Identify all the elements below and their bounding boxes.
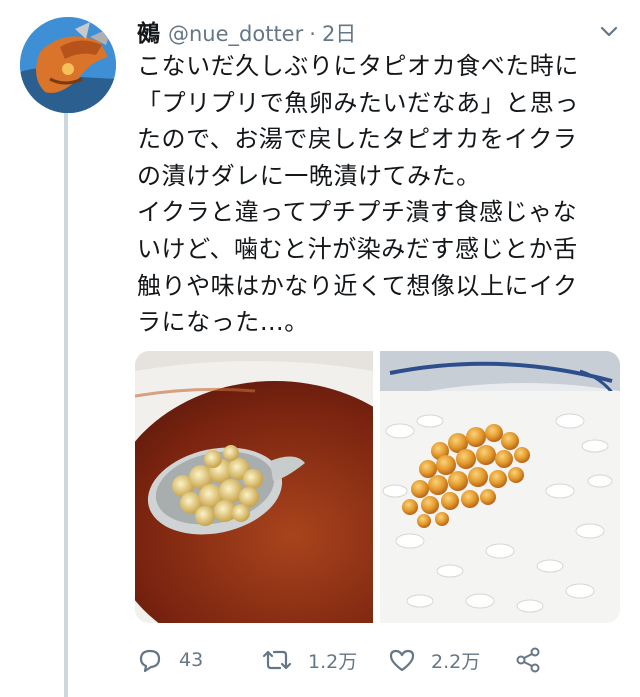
- tapioca-spoon-photo[interactable]: [135, 351, 373, 623]
- tweet-text-line: イクラと違ってプチプチ潰す食感じゃな: [137, 198, 578, 227]
- tweet-text-line: こないだ久しぶりにタピオカ食べた時に: [137, 52, 579, 80]
- share-action[interactable]: [513, 640, 543, 680]
- tweet-text-line: たので、お湯で戻したタピオカをイクラ: [137, 125, 578, 154]
- timestamp[interactable]: 2日: [322, 18, 356, 48]
- reply-icon[interactable]: [135, 645, 165, 675]
- tweet-text: こないだ久しぶりにタピオカ食べた時に 「プリプリで魚卵みたいだなあ」と思っ たの…: [137, 48, 627, 341]
- author-name[interactable]: 鵺: [137, 14, 160, 48]
- retweet-action[interactable]: 1.2万: [260, 640, 357, 680]
- author-handle[interactable]: @nue_dotter: [168, 22, 303, 46]
- tweet-text-line: ラになった…。: [137, 308, 309, 337]
- tweet-header: 鵺 @nue_dotter · 2日: [137, 14, 356, 48]
- avatar-image: [20, 17, 116, 113]
- retweet-icon[interactable]: [260, 645, 294, 675]
- tweet-actions: 43 1.2万 2.2万: [135, 640, 605, 680]
- share-icon[interactable]: [513, 645, 543, 675]
- avatar[interactable]: [20, 17, 116, 113]
- tweet-text-line: いけど、噛むと汁が染みだす感じとか舌: [137, 234, 578, 263]
- reply-count: 43: [179, 649, 204, 671]
- tweet-text-line: 触りや味はかなり近くて想像以上にイク: [137, 271, 578, 300]
- retweet-count: 1.2万: [308, 650, 358, 673]
- tapioca-rice-photo[interactable]: [380, 351, 620, 623]
- reply-action[interactable]: 43: [135, 640, 203, 680]
- chevron-down-icon[interactable]: [598, 20, 620, 42]
- like-action[interactable]: 2.2万: [387, 640, 480, 680]
- like-icon[interactable]: [387, 645, 417, 675]
- tweet-text-line: の漬けダレに一晩漬けてみた。: [137, 161, 481, 190]
- tweet-text-line: 「プリプリで魚卵みたいだなあ」と思っ: [137, 88, 579, 117]
- thread-line: [64, 110, 68, 697]
- like-count: 2.2万: [431, 650, 481, 673]
- media-grid: [135, 351, 620, 623]
- separator-dot: ·: [309, 22, 316, 46]
